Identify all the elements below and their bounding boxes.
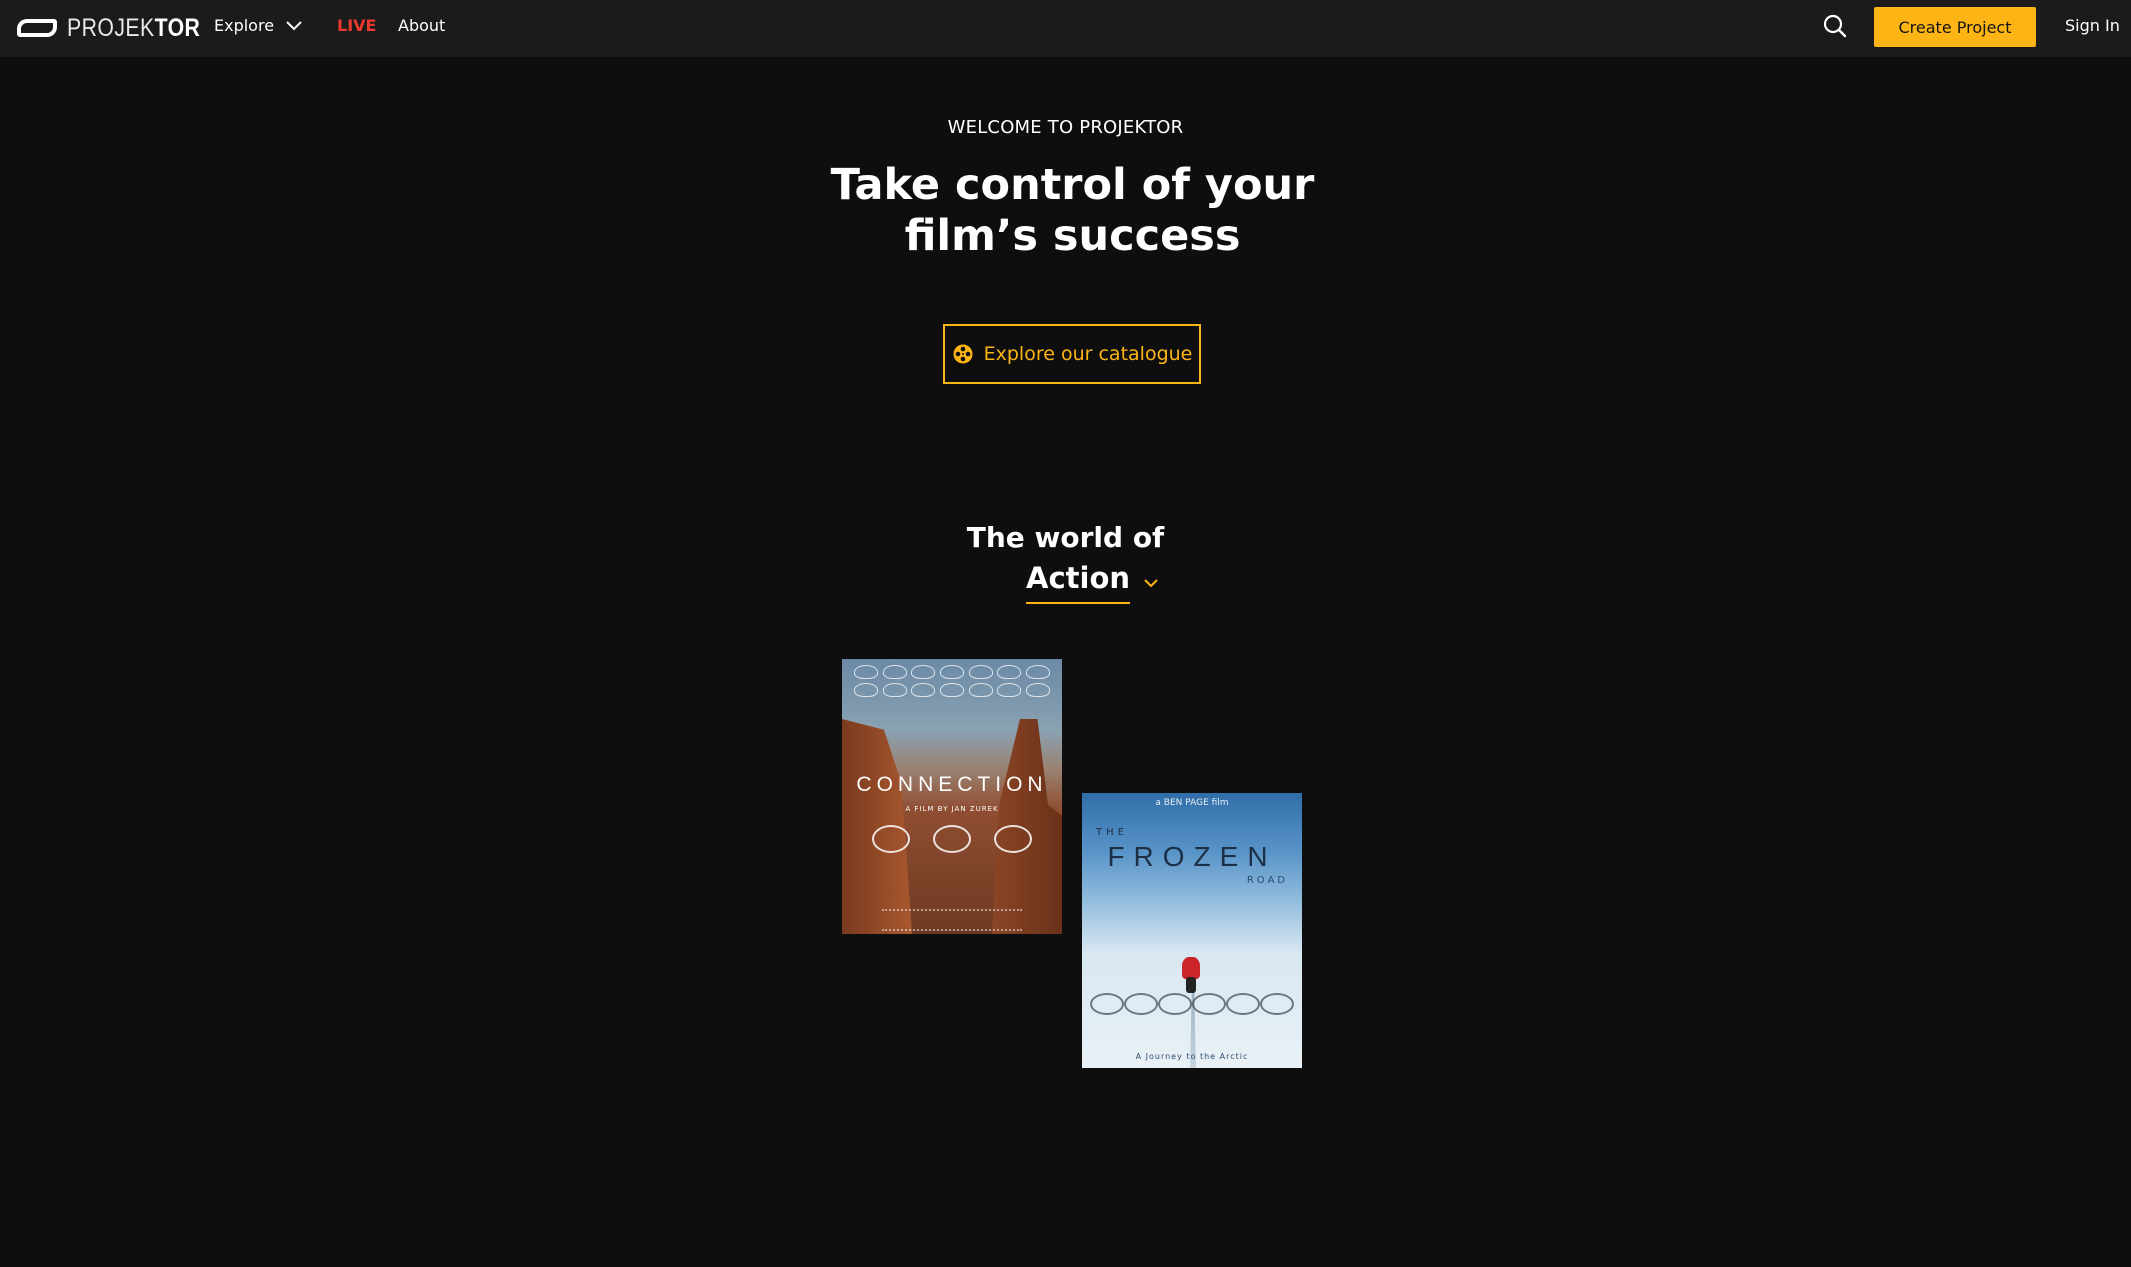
genre-label: Action [1026,557,1131,604]
welcome-eyebrow: WELCOME TO PROJEKTOR [947,117,1184,138]
projektor-logo[interactable]: PROJEKTOR [17,15,224,41]
logo-text-bold: TOR [154,14,201,42]
award-laurels [872,825,1032,853]
genre-selector[interactable]: Action [1026,557,1158,604]
nav-live-link[interactable]: LIVE [337,15,376,37]
top-navbar: PROJEKTOR Explore LIVE About Create Proj… [0,0,2131,57]
search-icon[interactable] [1822,13,1848,39]
poster-byline: a BEN PAGE film [1155,798,1229,808]
poster-title-prefix: THE [1096,827,1128,838]
poster-credits-block [882,909,1022,931]
create-project-button[interactable]: Create Project [1874,7,2036,47]
hero-headline: Take control of your film’s success [830,160,1315,261]
award-laurels [1090,993,1294,1015]
world-of-title: The world of [966,521,1165,554]
poster-title: CONNECTION [856,773,1048,796]
poster-title: FROZEN [1107,841,1277,872]
poster-title-suffix: ROAD [1246,875,1288,886]
poster-bike-art [1186,977,1196,993]
poster-connection[interactable]: CONNECTION A FILM BY JAN ZUREK [842,659,1062,934]
logo-text: PROJEKTOR [67,15,200,41]
poster-frozen-road[interactable]: a BEN PAGE film THE FROZEN ROAD A Journe… [1082,793,1302,1068]
chevron-down-icon [1144,579,1158,588]
sign-in-link[interactable]: Sign In [2065,15,2120,37]
film-reel-icon [953,344,973,364]
poster-cyclist-art [1182,957,1200,979]
festival-laurels [854,665,1050,679]
nav-explore-menu[interactable]: Explore [214,15,302,37]
logo-mark-icon [17,19,57,37]
festival-laurels [854,683,1050,697]
nav-explore-label: Explore [214,16,275,35]
logo-text-light: PROJEK [67,14,155,42]
explore-catalogue-button[interactable]: Explore our catalogue [943,324,1201,384]
explore-catalogue-label: Explore our catalogue [983,343,1193,365]
poster-tagline: A Journey to the Arctic [1135,1052,1249,1061]
chevron-down-icon [286,21,302,31]
nav-about-link[interactable]: About [398,15,445,37]
poster-credit: A FILM BY JAN ZUREK [905,805,999,813]
